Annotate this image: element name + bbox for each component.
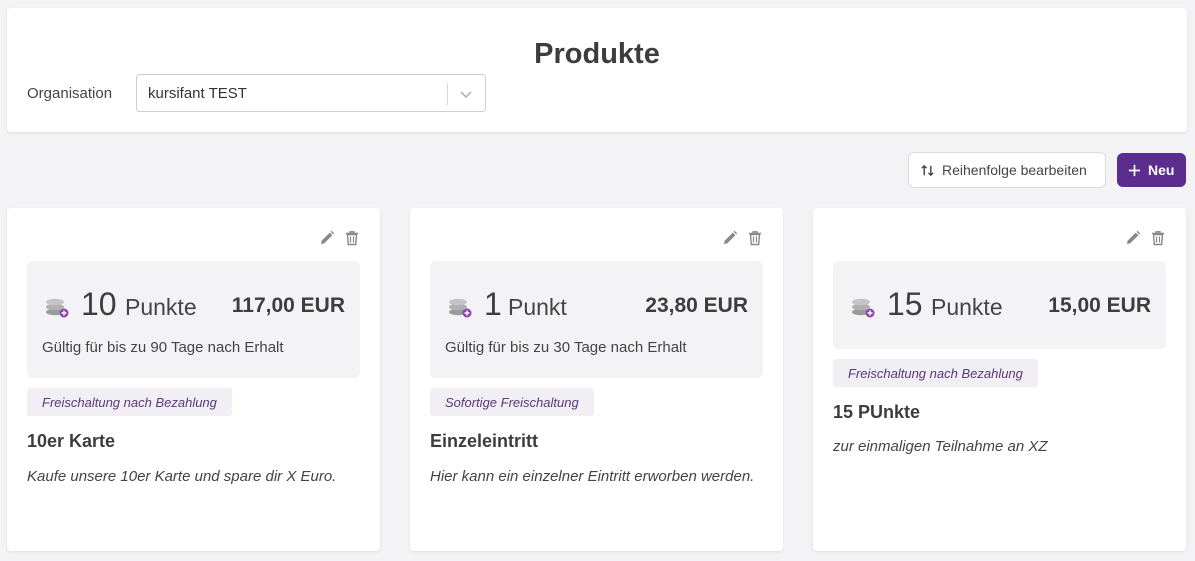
coins-icon: [449, 298, 472, 318]
trash-icon[interactable]: [747, 230, 763, 246]
activation-badge: Freischaltung nach Bezahlung: [833, 359, 1038, 387]
coins-icon: [46, 298, 69, 318]
new-button-label: Neu: [1148, 162, 1175, 178]
trash-icon[interactable]: [1150, 230, 1166, 246]
product-title: 15 PUnkte: [833, 402, 921, 422]
card-actions: [722, 230, 763, 246]
organisation-label: Organisation: [27, 85, 113, 102]
product-description: Kaufe unsere 10er Karte und spare dir X …: [27, 468, 337, 485]
trash-icon[interactable]: [344, 230, 360, 246]
points-unit: Punkt: [508, 294, 567, 320]
product-card: 1 Punkt 23,80 EUR Gültig für bis zu 30 T…: [410, 208, 783, 551]
activation-badge: Freischaltung nach Bezahlung: [27, 388, 232, 416]
points-amount: 1: [484, 286, 502, 322]
product-price: 117,00 EUR: [231, 294, 345, 317]
product-price: 15,00 EUR: [1048, 294, 1151, 317]
pencil-icon[interactable]: [1125, 230, 1141, 246]
card-actions: [319, 230, 360, 246]
validity-text: Gültig für bis zu 90 Tage nach Erhalt: [42, 339, 284, 356]
points-unit: Punkte: [125, 294, 197, 320]
reorder-button-label: Reihenfolge bearbeiten: [942, 162, 1087, 178]
points-unit: Punkte: [931, 294, 1003, 320]
plus-icon: [1128, 164, 1141, 176]
pencil-icon[interactable]: [722, 230, 738, 246]
product-price: 23,80 EUR: [645, 294, 748, 317]
reorder-button[interactable]: Reihenfolge bearbeiten: [908, 152, 1106, 188]
pencil-icon[interactable]: [319, 230, 335, 246]
product-card: 10 Punkte 117,00 EUR Gültig für bis zu 9…: [7, 208, 380, 551]
price-box: 1 Punkt 23,80 EUR Gültig für bis zu 30 T…: [430, 261, 763, 378]
points-amount: 10: [81, 286, 117, 322]
chevron-down-icon[interactable]: [458, 86, 474, 102]
card-actions: [1125, 230, 1166, 246]
activation-badge: Sofortige Freischaltung: [430, 388, 594, 416]
page-title: Produkte: [534, 38, 660, 70]
product-description: zur einmaligen Teilnahme an XZ: [833, 438, 1048, 455]
product-title: Einzeleintritt: [430, 431, 539, 451]
organisation-select[interactable]: kursifant TEST: [136, 74, 486, 112]
points-amount: 15: [887, 286, 923, 322]
new-button[interactable]: Neu: [1117, 153, 1186, 187]
product-description: Hier kann ein einzelner Eintritt erworbe…: [430, 468, 755, 485]
organisation-select-value: kursifant TEST: [148, 85, 247, 102]
product-card: 15 Punkte 15,00 EUR Freischaltung nach B…: [813, 208, 1186, 551]
sort-arrows-icon: [921, 164, 934, 176]
validity-text: Gültig für bis zu 30 Tage nach Erhalt: [445, 339, 687, 356]
header-card: Produkte Organisation kursifant TEST: [7, 8, 1187, 132]
price-box: 15 Punkte 15,00 EUR: [833, 261, 1166, 349]
select-separator: [447, 83, 448, 105]
coins-icon: [852, 298, 875, 318]
price-box: 10 Punkte 117,00 EUR Gültig für bis zu 9…: [27, 261, 360, 378]
product-title: 10er Karte: [27, 431, 116, 451]
